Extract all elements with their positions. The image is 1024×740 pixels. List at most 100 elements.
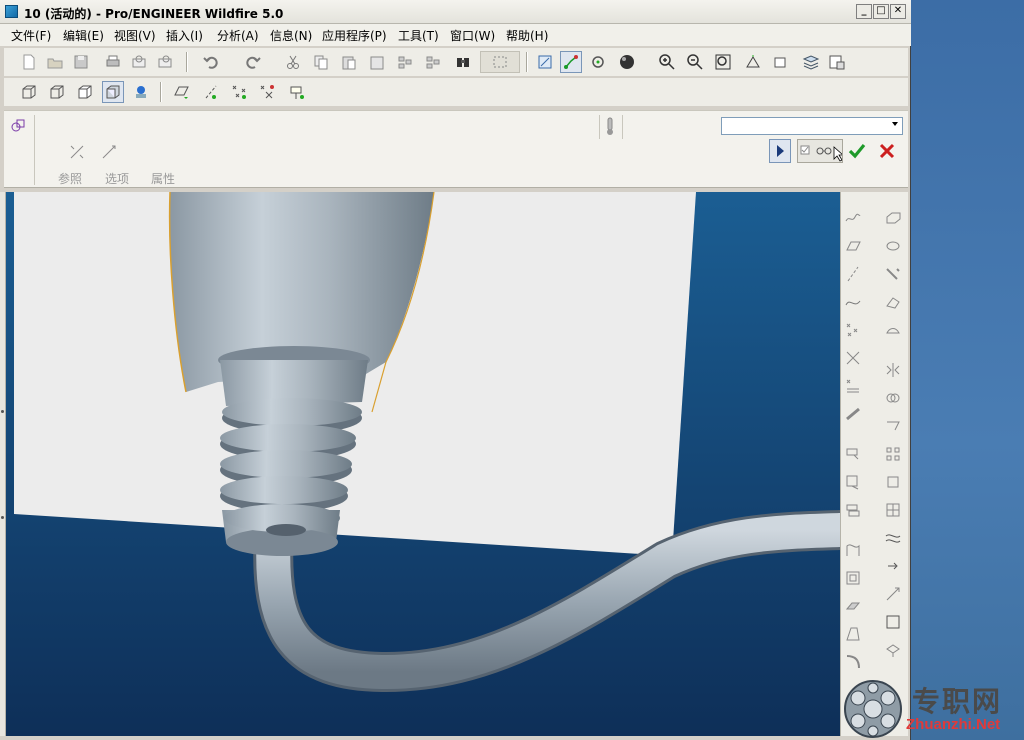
- watermark-ball-logo: [844, 680, 902, 738]
- draft-icon[interactable]: [843, 624, 863, 644]
- menu-window[interactable]: 窗口(W): [450, 27, 495, 44]
- menu-insert[interactable]: 插入(I): [166, 27, 203, 44]
- warp-icon[interactable]: [883, 528, 903, 548]
- title-bar[interactable]: 10 (活动的) - Pro/ENGINEER Wildfire 5.0 _ □…: [0, 0, 911, 24]
- pattern-icon[interactable]: [883, 444, 903, 464]
- minimize-button[interactable]: _: [856, 4, 872, 19]
- project-icon[interactable]: [883, 612, 903, 632]
- menu-applications[interactable]: 应用程序(P): [322, 27, 387, 44]
- datum-plane-icon[interactable]: [170, 81, 192, 103]
- datum-axis-icon[interactable]: [200, 81, 222, 103]
- layers-icon[interactable]: [800, 51, 822, 73]
- refit-icon[interactable]: [712, 51, 734, 73]
- close-window-button[interactable]: ✕: [890, 4, 906, 19]
- reorient-icon[interactable]: [742, 51, 764, 73]
- menu-help[interactable]: 帮助(H): [506, 27, 548, 44]
- copy-icon[interactable]: [310, 51, 332, 73]
- appearance-icon[interactable]: [616, 51, 638, 73]
- paste-special-icon[interactable]: [366, 51, 388, 73]
- regenerate-icon[interactable]: [394, 51, 416, 73]
- cancel-icon[interactable]: [877, 141, 899, 161]
- proe-window: 10 (活动的) - Pro/ENGINEER Wildfire 5.0 _ □…: [0, 0, 911, 740]
- sweep-icon[interactable]: [843, 540, 863, 560]
- thicken-icon[interactable]: [883, 500, 903, 520]
- shading-icon[interactable]: [102, 81, 124, 103]
- paste-icon[interactable]: [338, 51, 360, 73]
- email-icon[interactable]: [128, 51, 150, 73]
- solidify-icon[interactable]: [883, 472, 903, 492]
- intersect-icon[interactable]: [883, 640, 903, 660]
- menu-file[interactable]: 文件(F): [11, 27, 51, 44]
- thermometer-icon[interactable]: [599, 115, 623, 139]
- merge-icon[interactable]: [883, 388, 903, 408]
- options-icon[interactable]: [100, 143, 120, 163]
- group-icon[interactable]: [843, 472, 863, 492]
- blend-icon[interactable]: [883, 292, 903, 312]
- graphics-area[interactable]: [6, 192, 840, 736]
- revolve-icon[interactable]: [883, 236, 903, 256]
- menu-analysis[interactable]: 分析(A): [217, 27, 259, 44]
- email-link-icon[interactable]: [154, 51, 176, 73]
- view-manager-icon[interactable]: [826, 51, 848, 73]
- save-icon[interactable]: [70, 51, 92, 73]
- hidden-line-icon[interactable]: [46, 81, 68, 103]
- pause-play-button[interactable]: [769, 139, 791, 163]
- insert-feature-icon[interactable]: [843, 444, 863, 464]
- annotation-icon[interactable]: [286, 81, 308, 103]
- coordinate-system-icon[interactable]: [256, 81, 278, 103]
- csys-tool-icon[interactable]: [843, 348, 863, 368]
- rib-icon[interactable]: [843, 596, 863, 616]
- placement-icon[interactable]: [68, 143, 88, 163]
- open-file-icon[interactable]: [44, 51, 66, 73]
- sketch-tool-icon[interactable]: [843, 208, 863, 228]
- saved-views-icon[interactable]: [770, 51, 792, 73]
- selection-box-icon[interactable]: [480, 51, 520, 73]
- menu-info[interactable]: 信息(N): [270, 27, 312, 44]
- extend-icon[interactable]: [883, 584, 903, 604]
- model-tree-icon[interactable]: [130, 81, 152, 103]
- print-icon[interactable]: [102, 51, 124, 73]
- tab-options[interactable]: 选项: [105, 170, 129, 187]
- zoom-in-icon[interactable]: [656, 51, 678, 73]
- tab-properties[interactable]: 属性: [151, 170, 175, 187]
- wireframe-icon[interactable]: [18, 81, 40, 103]
- tab-references[interactable]: 参照: [58, 170, 82, 187]
- watermark-en: Zhuanzhi.Net: [906, 716, 1001, 733]
- redo-icon[interactable]: [242, 51, 264, 73]
- spin-center-icon[interactable]: [560, 51, 582, 73]
- analysis-tool-icon[interactable]: [843, 376, 863, 396]
- layer-icon[interactable]: [843, 500, 863, 520]
- round-icon[interactable]: [843, 652, 863, 672]
- accept-icon[interactable]: [847, 141, 869, 161]
- offset-icon[interactable]: [883, 556, 903, 576]
- trim-icon[interactable]: [883, 416, 903, 436]
- regenerate-manager-icon[interactable]: [422, 51, 444, 73]
- find-icon[interactable]: [452, 51, 474, 73]
- maximize-button[interactable]: □: [873, 4, 889, 19]
- point-tool-icon[interactable]: [843, 320, 863, 340]
- repaint-icon[interactable]: [534, 51, 556, 73]
- preview-button[interactable]: [797, 139, 845, 163]
- undo-icon[interactable]: [200, 51, 222, 73]
- cut-icon[interactable]: [282, 51, 304, 73]
- boundary-blend-icon[interactable]: [883, 320, 903, 340]
- chain-tool-icon[interactable]: [843, 404, 863, 424]
- zoom-out-icon[interactable]: [684, 51, 706, 73]
- reference-combo[interactable]: [721, 117, 903, 135]
- variable-sweep-icon[interactable]: [883, 264, 903, 284]
- shell-icon[interactable]: [843, 568, 863, 588]
- orient-mode-icon[interactable]: [588, 51, 610, 73]
- menu-view[interactable]: 视图(V): [114, 27, 156, 44]
- app-icon: [5, 5, 18, 18]
- menu-edit[interactable]: 编辑(E): [63, 27, 104, 44]
- menu-tools[interactable]: 工具(T): [398, 27, 439, 44]
- axis-tool-icon[interactable]: [843, 264, 863, 284]
- new-file-icon[interactable]: [18, 51, 40, 73]
- no-hidden-icon[interactable]: [74, 81, 96, 103]
- plane-tool-icon[interactable]: [843, 236, 863, 256]
- curve-tool-icon[interactable]: [843, 292, 863, 312]
- extrude-icon[interactable]: [883, 208, 903, 228]
- window-title: 10 (活动的) - Pro/ENGINEER Wildfire 5.0: [24, 7, 284, 21]
- mirror-icon[interactable]: [883, 360, 903, 380]
- datum-point-icon[interactable]: [228, 81, 250, 103]
